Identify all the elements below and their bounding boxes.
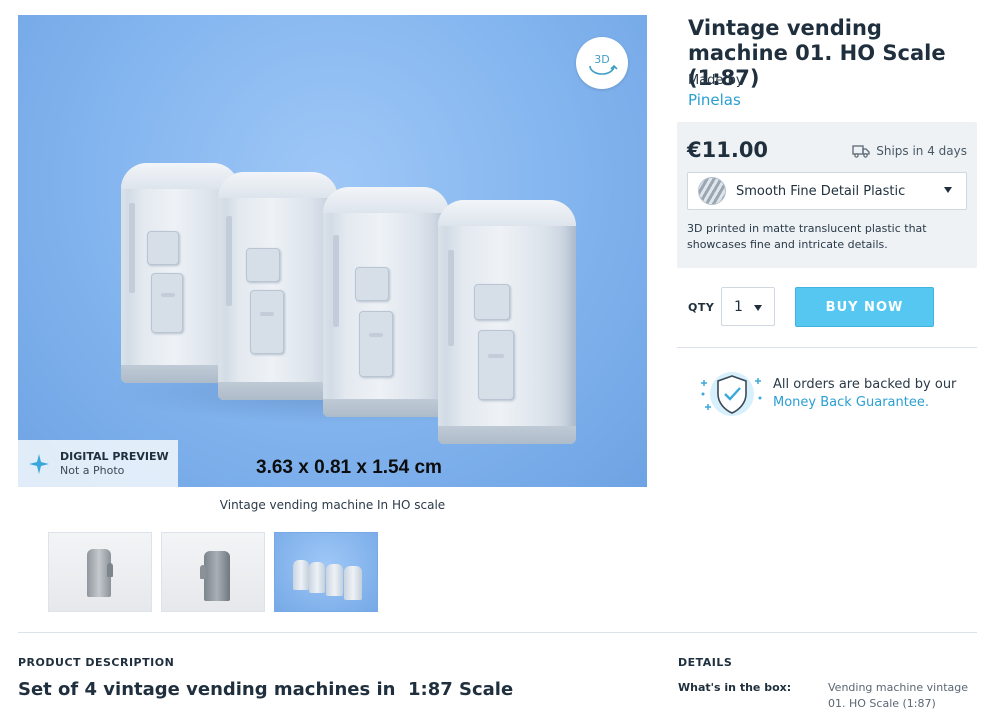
whats-in-box-label: What's in the box:: [678, 681, 792, 694]
shipping-text: Ships in 4 days: [876, 144, 967, 158]
guarantee-text: All orders are backed by our Money Back …: [773, 376, 956, 412]
image-caption: Vintage vending machine In HO scale: [219, 498, 446, 512]
digital-preview-badge: DIGITAL PREVIEW Not a Photo: [18, 440, 178, 487]
digital-preview-subtitle: Not a Photo: [60, 463, 125, 477]
thumbnail-single-front[interactable]: [48, 532, 152, 612]
vending-machine-2: [218, 172, 338, 400]
author-link[interactable]: Pinelas: [688, 91, 741, 109]
qty-label: QTY: [688, 301, 715, 314]
thumbnail-set-of-four[interactable]: [274, 532, 378, 612]
product-description-heading: PRODUCT DESCRIPTION: [18, 656, 175, 669]
whats-in-box-value: Vending machine vintage 01. HO Scale (1:…: [828, 681, 969, 710]
vending-machine-4: [438, 200, 576, 444]
dimensions-label: 3.63 x 0.81 x 1.54 cm: [256, 457, 442, 478]
material-label: Smooth Fine Detail Plastic: [736, 183, 906, 199]
details-heading: DETAILS: [678, 656, 733, 669]
digital-preview-title: DIGITAL PREVIEW: [60, 449, 169, 463]
vending-machine-3: [323, 187, 449, 417]
divider: [677, 347, 977, 348]
material-select[interactable]: Smooth Fine Detail Plastic: [687, 172, 967, 210]
truck-icon: [852, 145, 870, 158]
price: €11.00: [687, 138, 769, 162]
product-description-title: Set of 4 vintage vending machines in 1:8…: [18, 679, 514, 700]
section-divider: [18, 632, 977, 633]
shipping-info: Ships in 4 days: [852, 144, 967, 158]
material-swatch-icon: [698, 177, 726, 205]
buy-now-button[interactable]: BUY NOW: [795, 287, 934, 327]
money-back-guarantee-link[interactable]: Money Back Guarantee.: [773, 394, 956, 412]
quantity-value: 1: [734, 298, 743, 315]
rotate-3d-label: 3D: [594, 52, 610, 66]
guarantee-statement: All orders are backed by our: [773, 377, 957, 392]
purchase-panel: €11.00 Ships in 4 days Smooth Fine Detai…: [677, 122, 977, 268]
thumbnail-single-side[interactable]: [161, 532, 265, 612]
rotate-3d-button[interactable]: 3D: [576, 37, 628, 89]
product-preview-image[interactable]: 3D DIGITAL PREVIEW Not a Photo 3.63 x 0.…: [18, 15, 647, 487]
quantity-select[interactable]: 1: [721, 287, 775, 326]
made-by-label: Made by: [688, 73, 744, 88]
chevron-down-icon: [944, 187, 952, 193]
sparkle-icon: [29, 453, 49, 474]
shield-check-icon: [701, 372, 762, 416]
material-description: 3D printed in matte translucent plastic …: [687, 222, 927, 251]
chevron-down-icon: [754, 305, 762, 311]
